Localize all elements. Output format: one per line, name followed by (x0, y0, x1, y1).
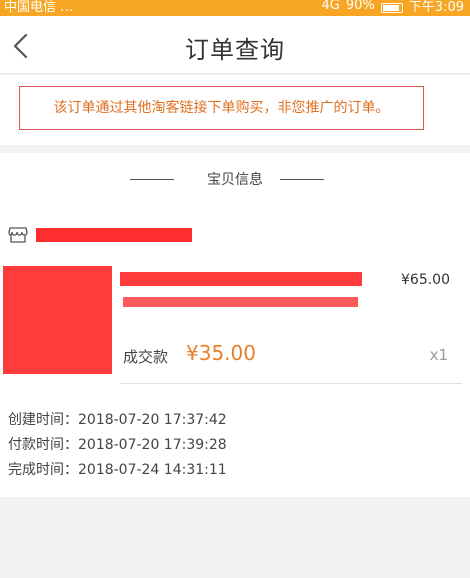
section-title: 宝贝信息 (207, 172, 263, 188)
item-info-section: 宝贝信息 ¥65.00 成交款 ¥35.00 x1 创建时间：2018-07-2… (0, 153, 470, 497)
deal-price: ¥35.00 (186, 341, 256, 365)
order-notice: 该订单通过其他淘客链接下单购买，非您推广的订单。 (19, 86, 424, 130)
paid-time-label: 付款时间： (8, 437, 78, 453)
order-time-list: 创建时间：2018-07-20 17:37:42 付款时间：2018-07-20… (8, 409, 227, 484)
unit-price: ¥65.00 (401, 272, 450, 288)
product-title-redacted (120, 272, 362, 286)
section-header: 宝贝信息 (0, 169, 470, 191)
carrier-label: 中国电信 … (4, 0, 74, 15)
divider-line-right (280, 179, 324, 180)
paid-time-value: 2018-07-20 17:39:28 (78, 437, 227, 453)
shop-name-redacted (36, 228, 192, 242)
created-time-label: 创建时间： (8, 412, 78, 428)
completed-time-label: 完成时间： (8, 462, 78, 478)
product-image[interactable] (3, 266, 112, 374)
completed-time-row: 完成时间：2018-07-24 14:31:11 (8, 459, 227, 484)
status-bar-right: 4G 90% 下午3:09 (322, 0, 464, 15)
header-bar: 订单查询 (0, 16, 470, 74)
battery-icon (380, 2, 403, 13)
paid-time-row: 付款时间：2018-07-20 17:39:28 (8, 434, 227, 459)
page-title: 订单查询 (185, 36, 285, 64)
created-time-value: 2018-07-20 17:37:42 (78, 412, 227, 428)
deal-price-label: 成交款 (123, 348, 169, 366)
status-bar: 中国电信 … 4G 90% 下午3:09 (0, 0, 470, 16)
signal-icon: 4G (321, 0, 340, 13)
quantity: x1 (429, 346, 448, 364)
product-divider (120, 383, 462, 384)
notice-area: 该订单通过其他淘客链接下单购买，非您推广的订单。 (0, 75, 470, 145)
shop-row[interactable] (6, 225, 306, 245)
battery-percentage: 90% (345, 0, 375, 13)
completed-time-value: 2018-07-24 14:31:11 (78, 462, 227, 478)
product-sku-redacted (123, 297, 358, 307)
store-icon (8, 227, 28, 243)
clock: 下午3:09 (408, 0, 464, 15)
created-time-row: 创建时间：2018-07-20 17:37:42 (8, 409, 227, 434)
